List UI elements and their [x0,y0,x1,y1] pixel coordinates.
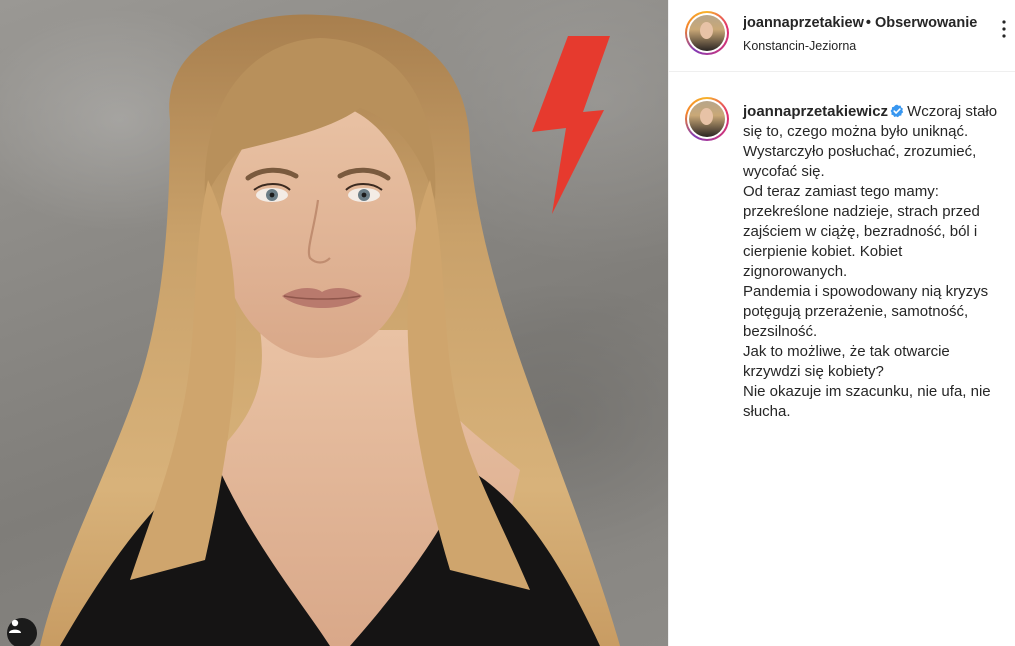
lightning-bolt-icon [532,36,610,214]
following-button[interactable]: Obserwowanie [875,15,977,31]
author-avatar[interactable] [685,11,729,55]
caption-username-link[interactable]: joannaprzetakiewicz [743,103,888,120]
caption-area: joannaprzetakiewicz Wczoraj stało się to… [669,72,1015,646]
caption-line: Nie okazuje im szacunku, nie ufa, nie sł… [743,383,991,420]
header-author-row: joannaprzetakiew • Obserwowanie [743,15,977,33]
tagged-users-button[interactable] [7,618,37,646]
caption-line: Pandemia i spowodowany nią kryzys potęgu… [743,283,989,340]
separator-dot: • [865,15,871,31]
post-header: joannaprzetakiew • Obserwowanie Konstancin… [669,0,1015,72]
post-photo[interactable] [0,0,668,646]
location-link[interactable]: Konstancin-Jeziorna [743,39,856,53]
caption-author-avatar[interactable] [685,97,729,141]
verified-badge-icon [890,104,904,118]
more-options-button[interactable] [997,20,1011,40]
portrait-illustration [40,14,620,646]
more-vertical-icon [1002,20,1006,38]
author-username-link[interactable]: joannaprzetakiew [743,15,864,31]
caption-line: Jak to możliwe, że tak otwarcie krzywdzi… [743,343,950,380]
person-icon [9,619,21,633]
caption-text: joannaprzetakiewicz Wczoraj stało się to… [743,102,1005,422]
caption-line: Od teraz zamiast tego mamy: przekreślone… [743,183,980,280]
